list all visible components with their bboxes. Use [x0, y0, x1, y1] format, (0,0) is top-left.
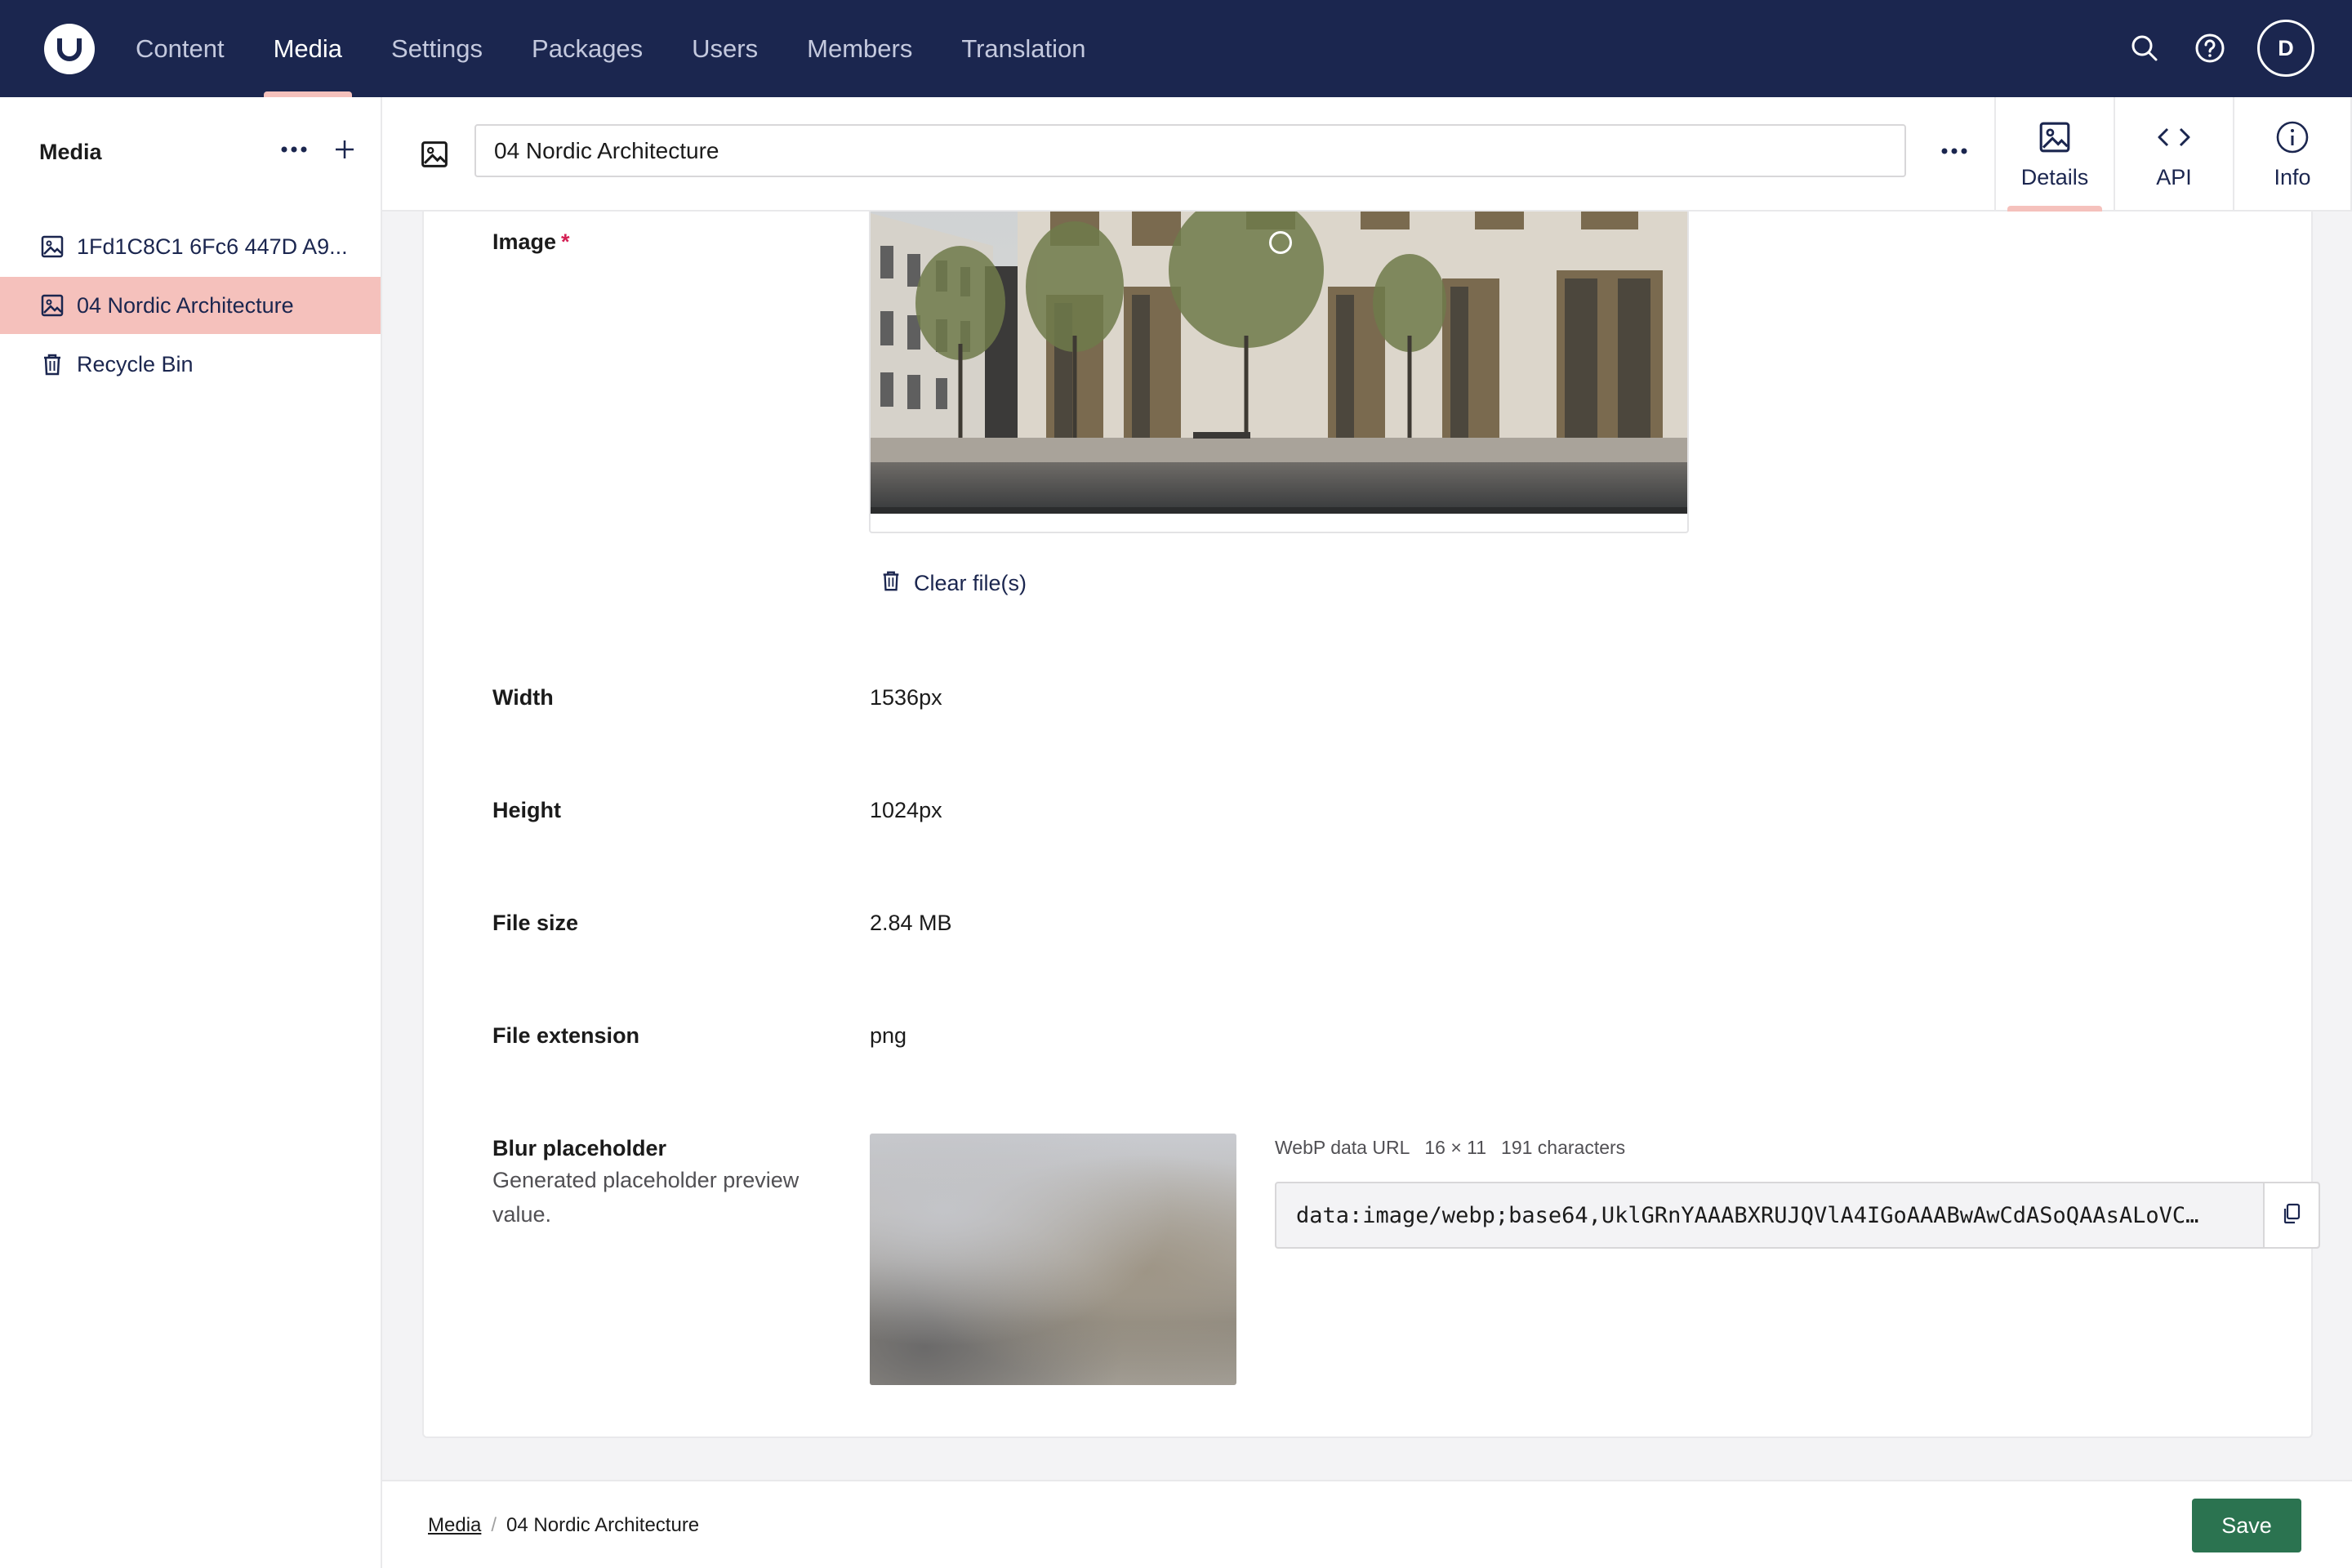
tree-item-label: 1Fd1C8C1 6Fc6 447D A9... [77, 234, 348, 259]
image-icon [39, 292, 65, 318]
breadcrumb: Media / 04 Nordic Architecture [428, 1514, 699, 1537]
sidebar-add-icon[interactable] [328, 133, 361, 166]
tree-item-label: 04 Nordic Architecture [77, 292, 294, 318]
tree-item-media-1fd1[interactable]: 1Fd1C8C1 6Fc6 447D A9... [0, 218, 381, 275]
tab-label: Info [2274, 164, 2311, 189]
breadcrumb-media-link[interactable]: Media [428, 1514, 481, 1537]
media-type-image-icon[interactable] [418, 138, 451, 171]
blur-placeholder-meta: WebP data URL 16 × 11 191 characters [1275, 1137, 1625, 1159]
tab-label: Details [2020, 164, 2089, 189]
main-navigation: Content Media Settings Packages Users Me… [111, 0, 1111, 97]
data-url-format: WebP data URL [1275, 1137, 1410, 1158]
clear-files-label: Clear file(s) [914, 570, 1027, 595]
sidebar-title: Media [39, 140, 102, 164]
trash-icon [39, 351, 65, 377]
clear-files-button[interactable]: Clear file(s) [880, 564, 1027, 603]
file-size-value: 2.84 MB [870, 911, 952, 935]
image-preview [871, 212, 1687, 514]
nav-packages[interactable]: Packages [507, 0, 667, 97]
height-value: 1024px [870, 798, 942, 822]
file-extension-label: File extension [492, 1023, 640, 1048]
data-url-field: data:image/webp;base64,UklGRnYAAABXRUJQV… [1275, 1182, 2320, 1249]
height-label: Height [492, 798, 561, 822]
image-cropper [869, 212, 1689, 533]
tab-details[interactable]: Details [1994, 97, 2114, 212]
workspace-header: Details API Info [382, 97, 2352, 212]
properties-box: Image * Clear file(s) Width 1536px Heigh… [422, 212, 2320, 1438]
tree-item-nordic-architecture[interactable]: 04 Nordic Architecture [0, 277, 381, 334]
data-url-value[interactable]: data:image/webp;base64,UklGRnYAAABXRUJQV… [1276, 1203, 2263, 1228]
nav-translation[interactable]: Translation [937, 0, 1110, 97]
search-icon[interactable] [2127, 30, 2163, 66]
nav-media[interactable]: Media [249, 0, 367, 97]
workspace-main: Image * Clear file(s) Width 1536px Heigh… [382, 212, 2352, 1480]
file-extension-value: png [870, 1023, 907, 1048]
tab-label: API [2156, 164, 2192, 189]
data-url-length: 191 characters [1501, 1137, 1626, 1158]
nav-members[interactable]: Members [782, 0, 937, 97]
width-label: Width [492, 685, 554, 710]
actions-more-icon[interactable] [1934, 135, 1975, 167]
blur-placeholder-label: Blur placeholder [492, 1136, 667, 1160]
tree-item-label: Recycle Bin [77, 351, 194, 376]
width-value: 1536px [870, 685, 942, 710]
focal-point-handle[interactable] [1269, 231, 1292, 254]
tree-item-recycle-bin[interactable]: Recycle Bin [0, 336, 381, 393]
nav-settings[interactable]: Settings [367, 0, 507, 97]
nav-users[interactable]: Users [667, 0, 782, 97]
save-button[interactable]: Save [2192, 1499, 2301, 1552]
info-icon [2274, 119, 2310, 155]
sidebar-header: Media [0, 97, 381, 212]
help-icon[interactable] [2192, 30, 2228, 66]
breadcrumb-separator: / [491, 1514, 497, 1536]
workspace-footer: Media / 04 Nordic Architecture Save [382, 1480, 2352, 1568]
user-avatar[interactable]: D [2257, 20, 2314, 77]
image-icon [2037, 119, 2073, 155]
tab-info[interactable]: Info [2233, 97, 2352, 212]
breadcrumb-current: 04 Nordic Architecture [506, 1514, 700, 1536]
image-property-label: Image * [492, 229, 570, 254]
data-url-dimensions: 16 × 11 [1424, 1137, 1487, 1158]
sidebar: Media 1Fd1C8C1 6Fc6 447D A9... 04 Nordic… [0, 97, 382, 1568]
blur-placeholder-description: Generated placeholder preview value. [492, 1168, 800, 1227]
sidebar-more-icon[interactable] [278, 133, 310, 166]
top-header: Content Media Settings Packages Users Me… [0, 0, 2352, 97]
copy-button[interactable] [2263, 1183, 2319, 1247]
image-icon [39, 234, 65, 260]
blur-placeholder-preview [870, 1134, 1236, 1385]
required-marker: * [561, 229, 570, 254]
file-size-label: File size [492, 911, 579, 935]
nav-content[interactable]: Content [111, 0, 249, 97]
tab-api[interactable]: API [2114, 97, 2233, 212]
trash-icon [880, 568, 902, 599]
copy-icon [2281, 1202, 2302, 1229]
media-tree: 1Fd1C8C1 6Fc6 447D A9... 04 Nordic Archi… [0, 218, 381, 394]
media-name-input[interactable] [474, 124, 1906, 177]
umbraco-logo[interactable] [44, 24, 95, 74]
workspace-views: Details API Info [1994, 97, 2352, 212]
code-icon [2156, 119, 2192, 155]
